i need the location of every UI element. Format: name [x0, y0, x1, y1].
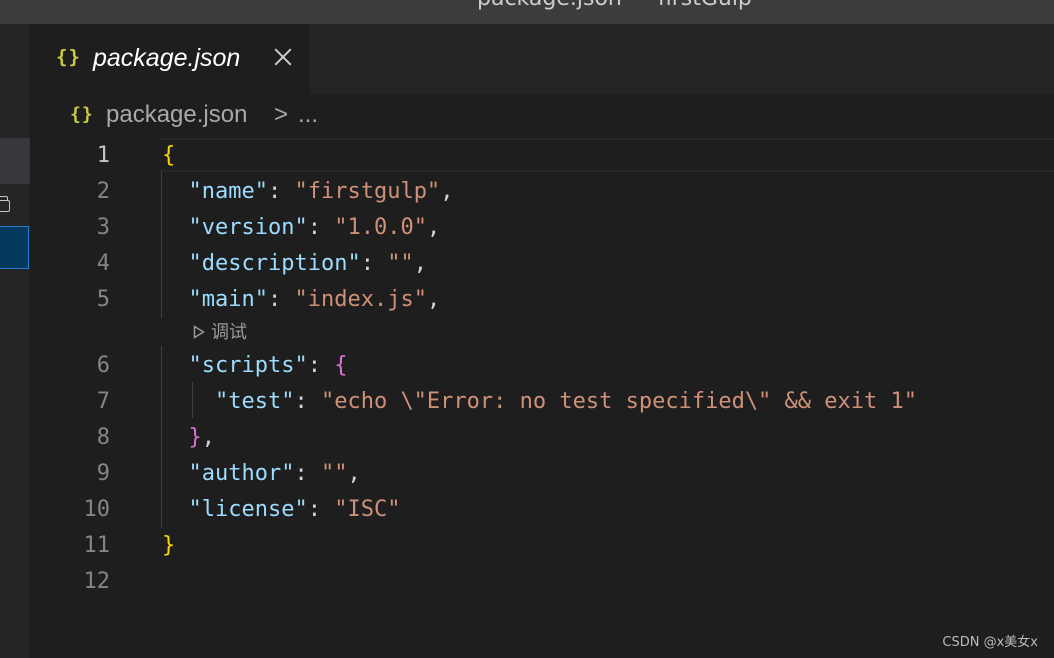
code-token: : [360, 251, 388, 276]
code-line[interactable]: { [162, 138, 175, 174]
code-line[interactable]: "description": "", [162, 246, 427, 282]
line-number: 2 [96, 179, 110, 204]
chevron-right-icon: > [274, 101, 289, 128]
line-number: 4 [96, 251, 110, 276]
line-number: 5 [96, 287, 110, 312]
line-number: 6 [96, 353, 110, 378]
collapse-all-icon[interactable] [0, 192, 14, 216]
code-line[interactable]: "main": "index.js", [162, 282, 441, 318]
code-token: "main" [188, 287, 268, 312]
code-line[interactable]: } [162, 528, 175, 564]
code-line[interactable]: "license": "ISC" [162, 492, 401, 528]
code-token: "ISC" [334, 497, 401, 522]
line-number: 8 [96, 425, 110, 450]
json-braces-icon: {} [56, 46, 81, 68]
line-number: 7 [96, 389, 110, 414]
line-number: 12 [83, 569, 111, 594]
code-token: "firstgulp" [294, 179, 441, 204]
code-token: : [307, 215, 335, 240]
code-token: "test" [214, 389, 295, 414]
code-token: "author" [188, 461, 295, 486]
code-token: "" [320, 461, 348, 486]
editor-window: package.json — firstGulp {} package.json… [0, 0, 1054, 658]
code-token: , [426, 287, 441, 312]
code-token: , [440, 179, 454, 204]
code-token: , [347, 461, 361, 486]
code-token: "license" [188, 497, 308, 522]
tab-bar: {} package.json [30, 24, 1054, 94]
line-number: 11 [83, 533, 111, 558]
watermark: CSDN @x美女x [942, 635, 1038, 650]
codelens-label: 调试 [211, 322, 247, 343]
code-line[interactable]: "name": "firstgulp", [162, 174, 454, 210]
line-number: 10 [83, 497, 111, 522]
code-line[interactable]: "version": "1.0.0", [162, 210, 441, 246]
code-token: } [188, 425, 202, 450]
code-token: , [426, 215, 441, 240]
current-line-highlight [159, 138, 1054, 172]
json-braces-icon: {} [70, 104, 94, 125]
tab-label: package.json [93, 44, 241, 72]
line-number: 1 [96, 143, 110, 168]
code-token: { [334, 353, 348, 378]
code-token: "index.js" [294, 287, 427, 312]
play-icon [193, 325, 205, 339]
debug-codelens[interactable]: 调试 [193, 318, 247, 344]
code-token: "scripts" [188, 353, 308, 378]
breadcrumb-file[interactable]: package.json [106, 101, 247, 129]
code-token: : [307, 353, 335, 378]
tab-package-json[interactable]: {} package.json [30, 24, 310, 94]
code-token: , [201, 425, 215, 450]
code-token: } [162, 533, 176, 558]
close-icon[interactable] [270, 44, 296, 70]
code-token: , [413, 251, 427, 276]
breadcrumb-more[interactable]: ... [298, 101, 318, 129]
code-token: "" [387, 251, 414, 276]
code-token: "name" [188, 179, 268, 204]
code-line[interactable]: "test": "echo \"Error: no test specified… [162, 384, 917, 420]
code-token: { [162, 143, 176, 168]
code-token: "description" [188, 251, 361, 276]
code-token: : [294, 461, 321, 486]
window-title: package.json — firstGulp [477, 0, 752, 11]
line-number: 3 [96, 215, 110, 240]
code-token: "version" [188, 215, 308, 240]
code-token: : [307, 497, 335, 522]
line-number: 9 [96, 461, 110, 486]
code-line[interactable]: "author": "", [162, 456, 361, 492]
breadcrumb: {} package.json > ... [30, 94, 1054, 138]
code-editor[interactable]: 调试 1 2 3 4 5 6 7 8 9 10 11 12{ "name": "firstgulp",… [30, 138, 1054, 658]
code-token: : [267, 179, 295, 204]
title-bar: package.json — firstGulp [0, 0, 1054, 24]
explorer-hover-row[interactable] [0, 138, 30, 184]
code-token: "1.0.0" [334, 215, 427, 240]
code-token: : [267, 287, 295, 312]
code-token: : [294, 389, 321, 414]
code-line[interactable]: }, [162, 420, 216, 456]
explorer-selected-item[interactable] [0, 226, 29, 269]
code-line[interactable]: "scripts": { [162, 348, 348, 384]
code-token: "echo \"Error: no test specified\" && ex… [320, 389, 917, 414]
explorer-edge [0, 24, 30, 658]
